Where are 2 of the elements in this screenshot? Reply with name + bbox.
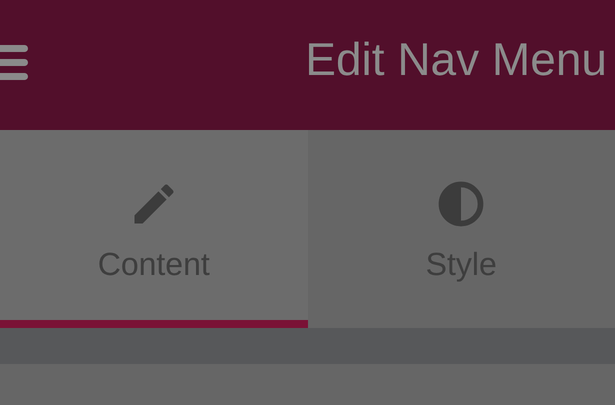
menu-icon[interactable]: [0, 43, 30, 83]
window-title: Edit Nav Menu: [305, 32, 608, 86]
